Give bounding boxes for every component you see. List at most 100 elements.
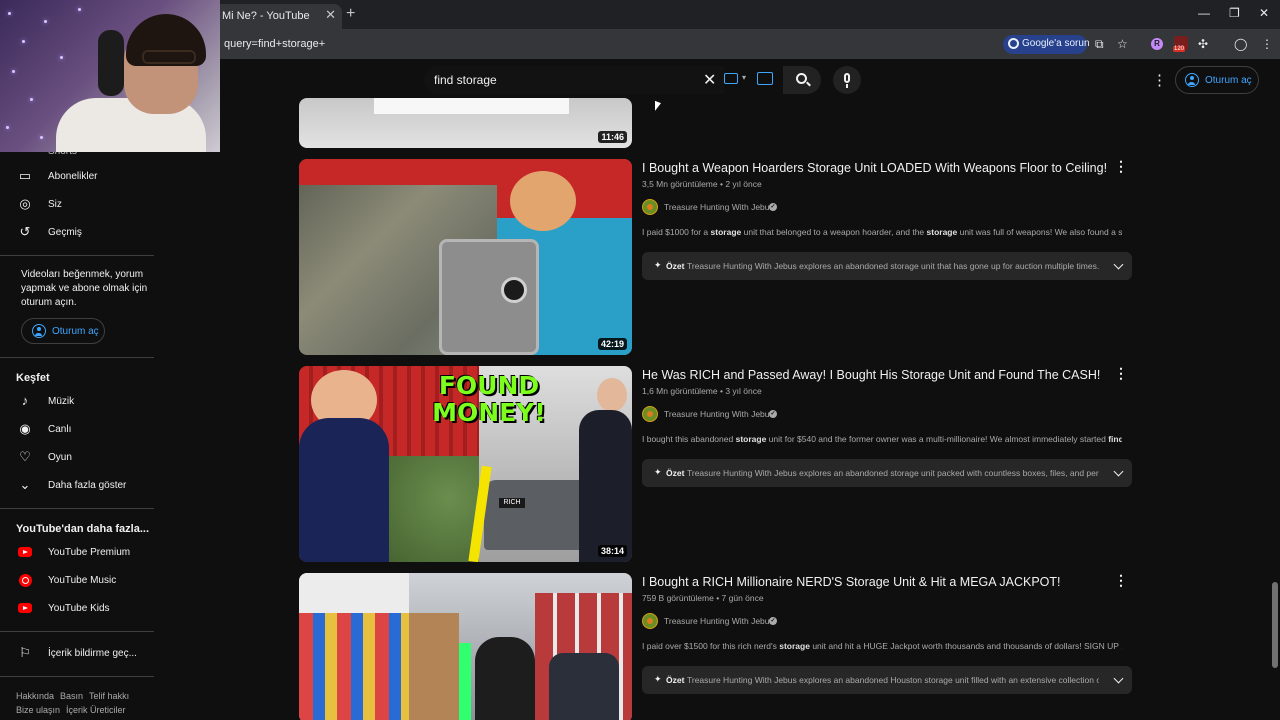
google-ask-button[interactable]: Google'a sorun — [1003, 35, 1090, 54]
summary-label: Özet — [666, 675, 685, 685]
live-icon: ◉ — [19, 421, 31, 436]
browser-tab[interactable]: Mi Ne? - YouTube ✕ — [214, 4, 342, 29]
sidebar-divider — [0, 357, 154, 358]
header-signin-button[interactable]: Oturum aç — [1175, 66, 1259, 94]
ai-summary-panel[interactable]: ✦ Özet Treasure Hunting With Jebus explo… — [642, 459, 1132, 487]
sidebar-item-youtube-premium[interactable]: YouTube Premium — [14, 543, 154, 563]
sidebar-signin-label: Oturum aç — [52, 326, 99, 337]
search-query[interactable]: find storage — [434, 73, 497, 87]
video-duration: 38:14 — [597, 545, 627, 557]
search-button[interactable] — [783, 66, 821, 94]
sidebar-signin-button[interactable]: Oturum aç — [21, 318, 105, 344]
sidebar-item-label: Abonelikler — [48, 171, 98, 182]
sidebar-item-label: Geçmiş — [48, 227, 82, 238]
channel-name[interactable]: Treasure Hunting With Jebus — [664, 202, 774, 212]
sidebar-item-show-more[interactable]: ⌄ Daha fazla göster — [14, 476, 154, 496]
video-thumbnail[interactable]: FOUND MONEY! RICH 38:14 — [299, 366, 632, 562]
clear-search-icon[interactable]: ✕ — [703, 70, 716, 90]
gaming-icon: ♡ — [19, 449, 31, 464]
video-menu-icon[interactable]: ⋮ — [1114, 365, 1128, 382]
microphone-icon — [844, 73, 850, 83]
extension-r-icon[interactable]: R — [1151, 38, 1163, 50]
account-icon — [32, 324, 46, 338]
sparkle-icon: ✦ — [654, 674, 662, 684]
verified-check-icon: ✓ — [769, 410, 777, 418]
chrome-menu-icon[interactable]: ⋮ — [1261, 37, 1273, 51]
footer-links: Hakkında Basın Telif hakkı Bize ulaşın İçer… — [16, 689, 135, 717]
header-signin-label: Oturum aç — [1205, 75, 1252, 86]
video-thumbnail[interactable] — [299, 573, 632, 720]
sidebar-divider — [0, 676, 154, 677]
footer-link-press[interactable]: Basın — [60, 691, 83, 701]
search-by-image-icon[interactable] — [757, 72, 773, 85]
footer-link-copyright[interactable]: Telif hakkı — [89, 691, 129, 701]
install-app-icon[interactable]: ⧉ — [1095, 37, 1104, 52]
extension-badge-count: 120 — [1173, 46, 1186, 52]
video-thumbnail[interactable]: 42:19 — [299, 159, 632, 355]
sidebar-divider — [0, 631, 154, 632]
sidebar-item-you[interactable]: ◎ Siz — [14, 195, 154, 215]
summary-label: Özet — [666, 261, 685, 271]
thumbnail-caption: FOUND MONEY! — [432, 371, 546, 427]
signin-prompt: Videoları beğenmek, yorum yapmak ve abon… — [21, 269, 148, 308]
chevron-down-icon[interactable] — [1113, 466, 1124, 477]
video-meta: 3,5 Mn görüntüleme • 2 yıl önce — [642, 179, 762, 189]
sidebar-item-subscriptions[interactable]: ▭ Abonelikler — [14, 167, 154, 187]
sidebar-divider — [0, 508, 154, 509]
ai-summary-panel[interactable]: ✦ Özet Treasure Hunting With Jebus explo… — [642, 666, 1132, 694]
voice-search-button[interactable] — [833, 66, 861, 94]
sidebar-item-label: Siz — [48, 199, 62, 210]
video-menu-icon[interactable]: ⋮ — [1114, 572, 1128, 589]
video-menu-icon[interactable]: ⋮ — [1114, 158, 1128, 175]
video-channel[interactable]: Treasure Hunting With Jebus ✓ — [642, 406, 842, 422]
footer-link-contact[interactable]: Bize ulaşın — [16, 705, 60, 715]
video-channel[interactable]: Treasure Hunting With Jebus ✓ — [642, 613, 842, 629]
summary-text: Treasure Hunting With Jebus explores an … — [687, 468, 1099, 478]
video-duration: 11:46 — [598, 131, 627, 143]
settings-menu-icon[interactable]: ⋮ — [1152, 71, 1167, 89]
video-title[interactable]: He Was RICH and Passed Away! I Bought Hi… — [642, 368, 1112, 382]
channel-name[interactable]: Treasure Hunting With Jebus — [664, 616, 774, 626]
sidebar-item-youtube-kids[interactable]: YouTube Kids — [14, 599, 154, 619]
footer-link-creators[interactable]: İçerik Üreticiler — [66, 705, 126, 715]
channel-name[interactable]: Treasure Hunting With Jebus — [664, 409, 774, 419]
google-ask-label: Google'a sorun — [1022, 38, 1090, 49]
sidebar-item-youtube-music[interactable]: YouTube Music — [14, 571, 154, 591]
new-tab-icon[interactable]: + — [346, 5, 355, 23]
youtube-music-icon — [17, 572, 33, 588]
sidebar-item-music[interactable]: ♪ Müzik — [14, 392, 154, 412]
channel-avatar[interactable] — [642, 199, 658, 215]
ai-summary-panel[interactable]: ✦ Özet Treasure Hunting With Jebus explo… — [642, 252, 1132, 280]
verified-check-icon: ✓ — [769, 203, 777, 211]
collectibles-shelf-image — [299, 613, 409, 720]
video-title[interactable]: I Bought a Weapon Hoarders Storage Unit … — [642, 161, 1112, 175]
keyboard-dropdown-icon[interactable]: ▾ — [742, 73, 746, 82]
channel-avatar[interactable] — [642, 613, 658, 629]
close-tab-icon[interactable]: ✕ — [325, 7, 336, 23]
restore-icon[interactable]: ❐ — [1229, 6, 1240, 20]
sidebar-item-label: Daha fazla göster — [48, 480, 127, 491]
profile-icon[interactable]: ◯ — [1234, 37, 1247, 51]
keyboard-icon[interactable] — [724, 73, 738, 84]
sidebar-item-live[interactable]: ◉ Canlı — [14, 420, 154, 440]
sidebar-item-report-history[interactable]: ⚐ İçerik bildirme geç... — [14, 644, 154, 664]
bookmark-star-icon[interactable]: ☆ — [1117, 37, 1128, 51]
sidebar-item-gaming[interactable]: ♡ Oyun — [14, 448, 154, 468]
video-thumbnail-partial[interactable]: 11:46 — [299, 98, 632, 148]
video-title[interactable]: I Bought a RICH Millionaire NERD'S Stora… — [642, 575, 1112, 589]
video-description: I paid $1000 for a storage unit that bel… — [642, 227, 1122, 237]
url-text[interactable]: query=find+storage+ — [224, 38, 325, 50]
minimize-icon[interactable]: — — [1198, 6, 1210, 20]
chevron-down-icon[interactable] — [1113, 259, 1124, 270]
chevron-down-icon[interactable] — [1113, 673, 1124, 684]
extensions-puzzle-icon[interactable]: ✣ — [1198, 37, 1208, 51]
channel-avatar[interactable] — [642, 406, 658, 422]
mouse-cursor-icon — [655, 100, 661, 114]
sidebar-item-history[interactable]: ↺ Geçmiş — [14, 223, 154, 243]
video-channel[interactable]: Treasure Hunting With Jebus ✓ — [642, 199, 842, 215]
scrollbar-thumb[interactable] — [1272, 582, 1278, 668]
account-icon — [1185, 73, 1199, 87]
explore-heading: Keşfet — [16, 372, 50, 384]
close-window-icon[interactable]: ✕ — [1259, 6, 1269, 20]
footer-link-about[interactable]: Hakkında — [16, 691, 54, 701]
